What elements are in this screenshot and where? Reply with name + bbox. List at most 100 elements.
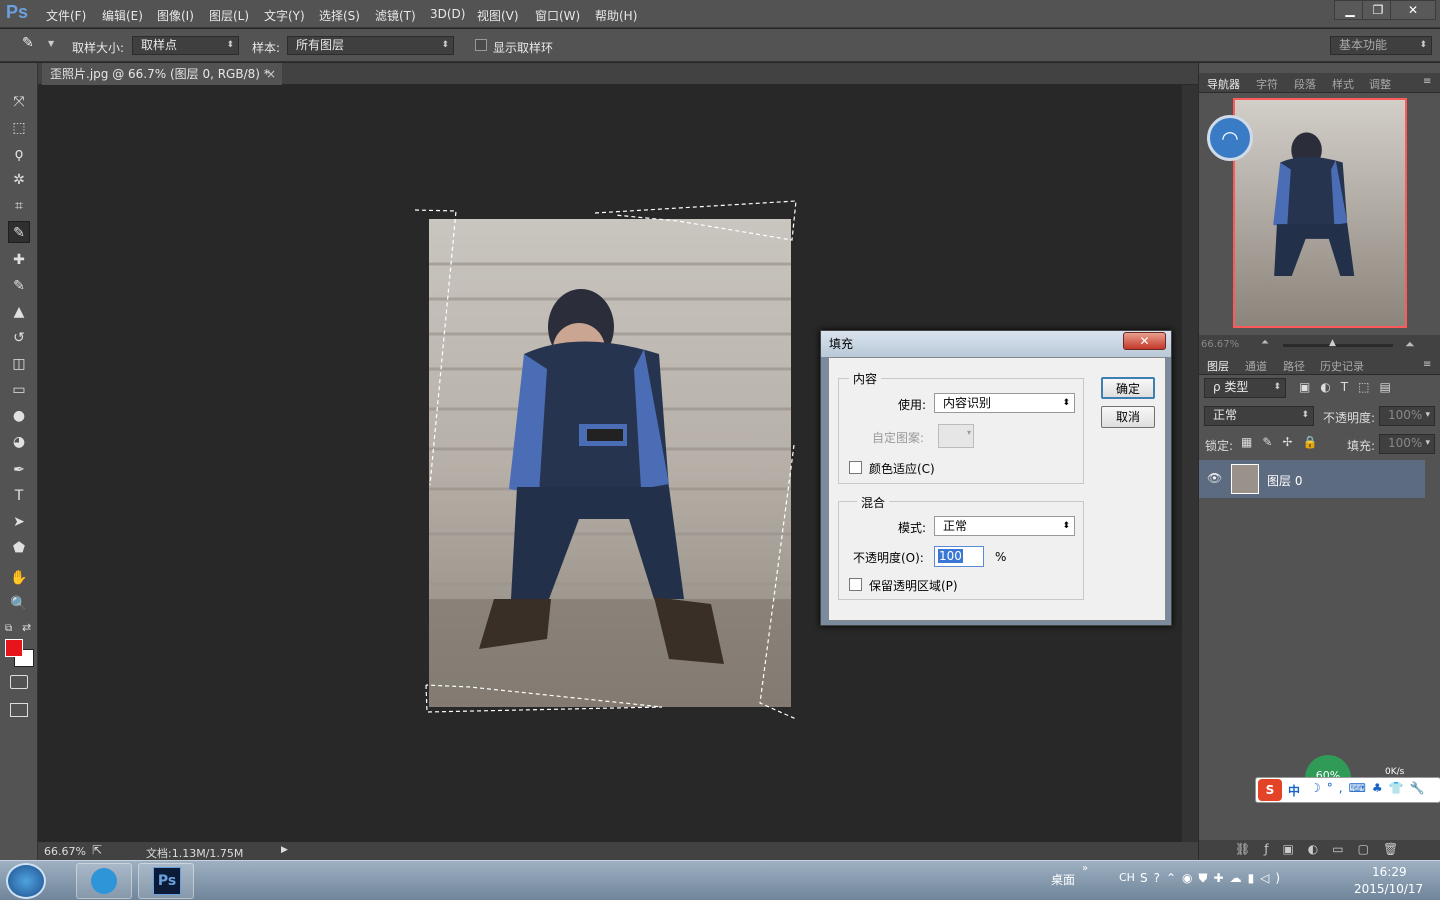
- foreground-color-swatch[interactable]: [5, 639, 23, 657]
- workspace-select[interactable]: 基本功能 ⬍: [1330, 36, 1432, 55]
- navigator-thumbnail: [1273, 132, 1355, 276]
- quick-mask-icon[interactable]: [10, 675, 28, 689]
- lasso-tool[interactable]: ϙ: [8, 143, 30, 165]
- export-icon[interactable]: ⇱: [92, 843, 102, 857]
- close-tab-icon[interactable]: ×: [266, 63, 276, 85]
- panel-menu-icon[interactable]: ≡: [1423, 76, 1431, 87]
- sample-size-select[interactable]: 取样点 ⬍: [132, 36, 239, 55]
- brush-tool[interactable]: ✎: [8, 275, 30, 297]
- zoom-slider[interactable]: [1283, 344, 1393, 347]
- layers-tab[interactable]: 图层: [1207, 358, 1229, 374]
- navigator-tab[interactable]: 导航器: [1207, 76, 1240, 92]
- path-selection-tool[interactable]: ➤: [8, 511, 30, 533]
- type-tool[interactable]: T: [8, 485, 30, 507]
- lock-icons[interactable]: ▦✎✢🔒: [1241, 435, 1327, 449]
- wifi-icon[interactable]: ◠: [1207, 115, 1253, 161]
- taskbar-browser[interactable]: [76, 863, 132, 899]
- status-menu-arrow-icon[interactable]: ▶: [281, 845, 288, 855]
- navigator-tab[interactable]: 段落: [1294, 76, 1316, 92]
- menu-item[interactable]: 帮助(H): [595, 7, 637, 24]
- blend-mode-select[interactable]: 正常 ⬍: [1204, 406, 1314, 426]
- navigator-tab[interactable]: 字符: [1256, 76, 1278, 92]
- menu-item[interactable]: 图层(L): [209, 7, 249, 24]
- clone-stamp-tool[interactable]: ▲: [8, 301, 30, 323]
- ime-toolbar[interactable]: S 中 ☽°,⌨♣👕🔧: [1255, 777, 1440, 803]
- taskbar-photoshop[interactable]: Ps: [138, 863, 194, 899]
- layers-tab[interactable]: 通道: [1245, 358, 1267, 374]
- screen-mode-icon[interactable]: [10, 703, 28, 717]
- layers-tab[interactable]: 历史记录: [1320, 358, 1364, 374]
- healing-brush-tool[interactable]: ✚: [8, 249, 30, 271]
- menu-item[interactable]: 滤镜(T): [375, 7, 416, 24]
- content-group-label: 内容: [849, 370, 882, 387]
- layer-row[interactable]: 👁 图层 0: [1199, 460, 1425, 498]
- vertical-scrollbar[interactable]: [1182, 85, 1198, 842]
- menu-item[interactable]: 文件(F): [46, 7, 86, 24]
- navigator-zoom[interactable]: 66.67%: [1201, 339, 1239, 350]
- expand-icon[interactable]: »: [1082, 863, 1088, 874]
- zoom-tool[interactable]: 🔍: [8, 593, 30, 615]
- gradient-tool[interactable]: ▭: [8, 379, 30, 401]
- eyedropper-tool[interactable]: ✎: [8, 221, 30, 243]
- navigator-preview[interactable]: [1233, 98, 1407, 328]
- menu-item[interactable]: 3D(D): [430, 7, 465, 21]
- history-brush-tool[interactable]: ↺: [8, 327, 30, 349]
- zoom-out-icon[interactable]: ⏶: [1261, 337, 1269, 348]
- color-adapt-checkbox[interactable]: [849, 461, 862, 474]
- shape-tool[interactable]: ⬟: [8, 537, 30, 559]
- cancel-button[interactable]: 取消: [1101, 406, 1155, 428]
- use-select[interactable]: 内容识别 ⬍: [934, 393, 1075, 413]
- default-colors-icon[interactable]: ⧉: [5, 623, 12, 634]
- clock-time[interactable]: 16:29: [1372, 865, 1407, 879]
- panel-menu-icon[interactable]: ≡: [1423, 359, 1431, 370]
- dialog-close-button[interactable]: ✕: [1123, 332, 1166, 350]
- layer-filter-select[interactable]: ρ 类型 ⬍: [1204, 378, 1286, 398]
- layers-tab[interactable]: 路径: [1283, 358, 1305, 374]
- swap-colors-icon[interactable]: ⇄: [22, 621, 31, 634]
- mode-select[interactable]: 正常 ⬍: [934, 516, 1075, 536]
- menu-item[interactable]: 编辑(E): [102, 7, 143, 24]
- language-indicator[interactable]: CH: [1119, 871, 1135, 884]
- start-button[interactable]: [6, 863, 46, 899]
- marquee-tool[interactable]: ⬚: [8, 117, 30, 139]
- ime-mode[interactable]: 中: [1288, 782, 1300, 799]
- fill-input[interactable]: 100% ▾: [1379, 434, 1435, 454]
- blur-tool[interactable]: ●: [8, 405, 30, 427]
- layer-filter-icons[interactable]: ▣◐T⬚▤: [1299, 380, 1401, 394]
- eyedropper-icon[interactable]: ✎: [22, 35, 44, 55]
- ok-button[interactable]: 确定: [1101, 377, 1155, 399]
- navigator-tab[interactable]: 样式: [1332, 76, 1354, 92]
- ime-tool-icons[interactable]: ☽°,⌨♣👕🔧: [1310, 781, 1431, 795]
- clock-date[interactable]: 2015/10/17: [1354, 882, 1423, 896]
- chevron-down-icon[interactable]: ▼: [48, 39, 54, 48]
- layer-name[interactable]: 图层 0: [1267, 472, 1302, 489]
- dodge-tool[interactable]: ◕: [8, 431, 30, 453]
- tray-icons[interactable]: S?⌃◉⛊✚☁▮◁): [1140, 871, 1286, 886]
- navigator-tab[interactable]: 调整: [1369, 76, 1391, 92]
- menu-item[interactable]: 选择(S): [319, 7, 360, 24]
- magic-wand-tool[interactable]: ✲: [8, 169, 30, 191]
- pen-tool[interactable]: ✒: [8, 459, 30, 481]
- preserve-transparency-checkbox[interactable]: [849, 578, 862, 591]
- opacity-input[interactable]: 100% ▾: [1379, 406, 1435, 426]
- menu-item[interactable]: 图像(I): [157, 7, 194, 24]
- sogou-logo-icon[interactable]: S: [1258, 779, 1282, 801]
- zoom-slider-handle[interactable]: ▲: [1329, 338, 1336, 348]
- desktop-toolbar-label[interactable]: 桌面: [1051, 871, 1075, 888]
- show-ring-checkbox[interactable]: [475, 39, 487, 51]
- eye-icon[interactable]: 👁: [1207, 471, 1222, 485]
- eraser-tool[interactable]: ◫: [8, 353, 30, 375]
- sample-select[interactable]: 所有图层 ⬍: [287, 36, 454, 55]
- zoom-in-icon[interactable]: ⏶: [1405, 337, 1415, 352]
- close-window-button[interactable]: ✕: [1390, 0, 1436, 20]
- hand-tool[interactable]: ✋: [8, 567, 30, 589]
- layer-action-icons[interactable]: ⛓ƒ▣◐▭▢🗑: [1235, 842, 1412, 856]
- opacity-field[interactable]: 100: [934, 546, 984, 567]
- move-tool[interactable]: ⤧: [8, 91, 30, 113]
- menu-item[interactable]: 视图(V): [477, 7, 519, 24]
- zoom-level[interactable]: 66.67%: [44, 845, 86, 858]
- document-tab[interactable]: 歪照片.jpg @ 66.7% (图层 0, RGB/8) * ×: [42, 63, 282, 85]
- crop-tool[interactable]: ⌗: [8, 195, 30, 217]
- menu-item[interactable]: 文字(Y): [264, 7, 305, 24]
- menu-item[interactable]: 窗口(W): [535, 7, 580, 24]
